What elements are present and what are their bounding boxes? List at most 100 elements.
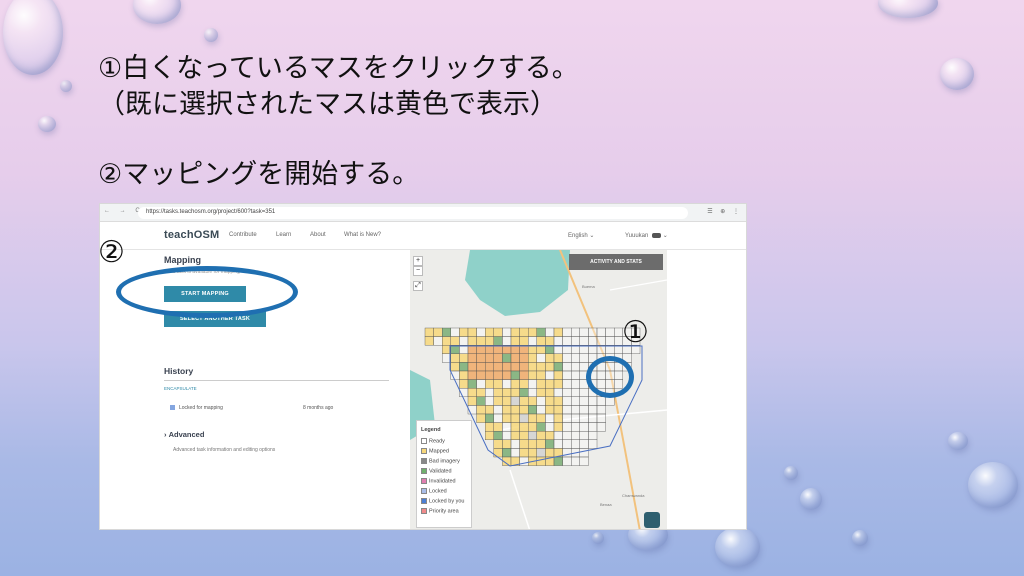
browser-toolbar-icons[interactable]: ☰ ⊕ ⋮ (707, 208, 742, 215)
task-cell[interactable] (502, 327, 512, 337)
task-cell[interactable] (605, 336, 615, 346)
task-cell[interactable] (588, 413, 598, 423)
task-cell[interactable] (579, 456, 589, 466)
task-cell[interactable] (424, 336, 434, 346)
task-cell[interactable] (596, 327, 606, 337)
advanced-toggle[interactable]: › Advanced (164, 430, 204, 439)
task-cell[interactable] (570, 405, 580, 415)
task-cell[interactable] (459, 370, 469, 380)
language-select[interactable]: English ⌄ (568, 232, 594, 239)
task-cell[interactable] (553, 439, 563, 449)
task-cell[interactable] (493, 353, 503, 363)
task-cell[interactable] (510, 430, 520, 440)
task-cell[interactable] (484, 370, 494, 380)
task-cell[interactable] (553, 413, 563, 423)
task-cell[interactable] (570, 362, 580, 372)
history-link[interactable]: ENCAPSULATE (164, 386, 197, 391)
task-cell[interactable] (467, 396, 477, 406)
task-cell[interactable] (527, 370, 537, 380)
task-cell[interactable] (484, 430, 494, 440)
task-cell[interactable] (484, 387, 494, 397)
task-cell[interactable] (519, 422, 529, 432)
task-cell[interactable] (536, 430, 546, 440)
task-cell[interactable] (527, 422, 537, 432)
task-cell[interactable] (510, 353, 520, 363)
zoom-out-button[interactable]: − (413, 266, 423, 276)
task-cell[interactable] (484, 396, 494, 406)
task-cell[interactable] (562, 370, 572, 380)
task-cell[interactable] (553, 362, 563, 372)
task-cell[interactable] (562, 413, 572, 423)
task-cell[interactable] (562, 379, 572, 389)
task-cell[interactable] (502, 396, 512, 406)
task-cell[interactable] (570, 439, 580, 449)
task-cell[interactable] (527, 327, 537, 337)
task-cell[interactable] (536, 336, 546, 346)
task-cell[interactable] (519, 353, 529, 363)
task-cell[interactable] (536, 379, 546, 389)
task-cell[interactable] (519, 336, 529, 346)
task-cell[interactable] (527, 439, 537, 449)
task-cell[interactable] (562, 396, 572, 406)
task-cell[interactable] (562, 336, 572, 346)
task-cell[interactable] (510, 336, 520, 346)
task-cell[interactable] (553, 379, 563, 389)
task-cell[interactable] (476, 405, 486, 415)
task-cell[interactable] (467, 327, 477, 337)
task-cell[interactable] (570, 422, 580, 432)
task-cell[interactable] (502, 336, 512, 346)
task-cell[interactable] (493, 422, 503, 432)
task-cell[interactable] (545, 353, 555, 363)
task-cell[interactable] (536, 370, 546, 380)
task-cell[interactable] (545, 448, 555, 458)
task-cell[interactable] (579, 396, 589, 406)
task-cell[interactable] (450, 362, 460, 372)
task-cell[interactable] (536, 387, 546, 397)
task-cell[interactable] (519, 430, 529, 440)
task-cell[interactable] (588, 405, 598, 415)
task-cell[interactable] (570, 387, 580, 397)
task-cell[interactable] (467, 336, 477, 346)
task-cell[interactable] (424, 327, 434, 337)
fullscreen-button[interactable]: ⤢ (413, 281, 423, 291)
task-cell[interactable] (545, 396, 555, 406)
task-cell[interactable] (545, 379, 555, 389)
task-cell[interactable] (476, 362, 486, 372)
task-cell[interactable] (459, 336, 469, 346)
task-cell[interactable] (510, 327, 520, 337)
task-cell[interactable] (484, 362, 494, 372)
task-cell[interactable] (484, 422, 494, 432)
task-cell[interactable] (493, 379, 503, 389)
task-cell[interactable] (536, 396, 546, 406)
task-cell[interactable] (545, 336, 555, 346)
task-cell[interactable] (562, 430, 572, 440)
task-cell[interactable] (588, 430, 598, 440)
task-cell[interactable] (579, 387, 589, 397)
task-cell[interactable] (579, 405, 589, 415)
task-cell[interactable] (510, 405, 520, 415)
layers-icon[interactable] (644, 512, 660, 528)
task-cell[interactable] (484, 336, 494, 346)
task-cell[interactable] (553, 405, 563, 415)
task-cell[interactable] (450, 353, 460, 363)
task-cell[interactable] (476, 327, 486, 337)
task-cell[interactable] (510, 362, 520, 372)
task-cell[interactable] (510, 379, 520, 389)
task-cell[interactable] (467, 379, 477, 389)
nav-learn[interactable]: Learn (276, 232, 291, 238)
task-cell[interactable] (579, 430, 589, 440)
task-cell[interactable] (596, 396, 606, 406)
task-cell[interactable] (605, 396, 615, 406)
task-cell[interactable] (510, 387, 520, 397)
task-cell[interactable] (484, 353, 494, 363)
task-cell[interactable] (527, 405, 537, 415)
task-cell[interactable] (493, 413, 503, 423)
task-cell[interactable] (519, 405, 529, 415)
task-cell[interactable] (562, 387, 572, 397)
task-cell[interactable] (596, 405, 606, 415)
task-cell[interactable] (579, 448, 589, 458)
task-cell[interactable] (433, 336, 443, 346)
task-cell[interactable] (484, 405, 494, 415)
task-cell[interactable] (553, 456, 563, 466)
task-cell[interactable] (502, 370, 512, 380)
